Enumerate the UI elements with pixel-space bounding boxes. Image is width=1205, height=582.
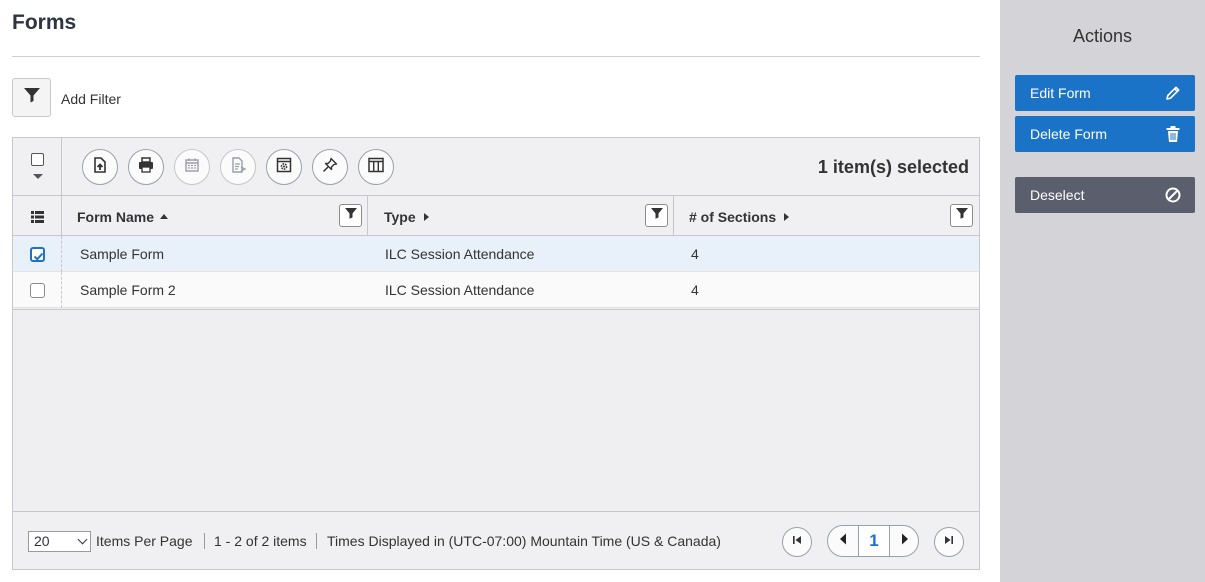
footer-separator — [316, 533, 317, 549]
select-all-dropdown[interactable] — [13, 138, 62, 196]
report-icon — [229, 156, 247, 179]
checkmark-icon — [33, 249, 44, 267]
trash-icon — [1163, 124, 1183, 144]
report-button[interactable] — [220, 149, 256, 185]
first-page-icon — [791, 533, 803, 551]
deselect-button[interactable]: Deselect — [1015, 177, 1195, 213]
pin-button[interactable] — [312, 149, 348, 185]
column-label-type[interactable]: Type — [384, 209, 416, 225]
sort-indicator-icon — [784, 213, 790, 222]
export-icon — [91, 156, 109, 179]
sort-indicator-icon — [423, 213, 429, 222]
chevron-down-icon — [77, 534, 88, 545]
delete-form-button[interactable]: Delete Form — [1015, 116, 1195, 152]
edit-form-button[interactable]: Edit Form — [1015, 75, 1195, 111]
chevron-down-icon[interactable] — [33, 174, 43, 179]
funnel-icon — [344, 206, 358, 225]
column-label-form-name[interactable]: Form Name — [77, 209, 154, 225]
deselect-label: Deselect — [1030, 187, 1085, 203]
add-filter-button[interactable] — [12, 78, 51, 117]
column-filter-button[interactable] — [339, 204, 362, 227]
forms-grid: 1 item(s) selected Form Name Type # of S… — [12, 137, 980, 570]
window-settings-button[interactable] — [266, 149, 302, 185]
next-page-button[interactable] — [890, 526, 918, 556]
select-all-checkbox[interactable] — [31, 153, 44, 166]
table-row[interactable]: Sample Form ILC Session Attendance 4 — [13, 236, 979, 272]
cell-sections: 4 — [691, 282, 699, 298]
print-icon — [137, 156, 155, 179]
columns-icon — [367, 156, 385, 179]
row-checkbox[interactable] — [30, 247, 45, 262]
cell-form-name: Sample Form — [80, 246, 165, 262]
funnel-icon — [955, 206, 969, 225]
selected-count: 1 item(s) selected — [817, 157, 969, 177]
chevron-right-icon — [899, 532, 911, 551]
column-filter-button[interactable] — [950, 204, 973, 227]
cell-type: ILC Session Attendance — [385, 246, 535, 262]
footer-separator — [204, 533, 205, 549]
row-checkbox[interactable] — [30, 283, 45, 298]
column-header-type[interactable]: Type — [368, 196, 674, 236]
item-range-text: 1 - 2 of 2 items — [214, 533, 307, 549]
schedule-button[interactable] — [174, 149, 210, 185]
columns-button[interactable] — [358, 149, 394, 185]
column-header-form-name[interactable]: Form Name — [62, 196, 368, 236]
sort-ascending-icon — [160, 213, 169, 219]
grid-toolbar: 1 item(s) selected — [13, 138, 979, 196]
first-page-button[interactable] — [782, 527, 812, 557]
print-button[interactable] — [128, 149, 164, 185]
last-page-button[interactable] — [934, 527, 964, 557]
export-button[interactable] — [82, 149, 118, 185]
cell-type: ILC Session Attendance — [385, 282, 535, 298]
cell-form-name: Sample Form 2 — [80, 282, 176, 298]
sidebar-title: Actions — [1072, 26, 1133, 46]
funnel-icon — [650, 206, 664, 225]
main-panel: Forms Add Filter 1 item(s) selected Form… — [0, 0, 1000, 582]
delete-form-label: Delete Form — [1030, 126, 1108, 142]
grid-footer: 20 Items Per Page 1 - 2 of 2 items Times… — [13, 511, 979, 569]
previous-page-button[interactable] — [828, 526, 858, 556]
list-icon[interactable] — [31, 210, 44, 228]
pin-icon — [321, 156, 339, 179]
timezone-text: Times Displayed in (UTC-07:00) Mountain … — [327, 533, 721, 549]
rows-end-divider — [13, 309, 979, 310]
edit-form-label: Edit Form — [1030, 85, 1091, 101]
row-options-header[interactable] — [13, 196, 62, 236]
cell-sections: 4 — [691, 246, 699, 262]
column-filter-button[interactable] — [645, 204, 668, 227]
current-page[interactable]: 1 — [858, 526, 890, 556]
last-page-icon — [943, 533, 955, 551]
page-size-value: 20 — [34, 533, 50, 549]
page-size-select[interactable]: 20 — [28, 531, 91, 552]
chevron-left-icon — [837, 532, 849, 551]
settings-window-icon — [275, 156, 293, 179]
cancel-icon — [1163, 185, 1183, 205]
actions-sidebar: Actions Edit Form Delete Form Deselect — [1000, 0, 1205, 582]
pencil-icon — [1163, 83, 1183, 103]
pager: 1 — [827, 525, 919, 557]
column-header-sections[interactable]: # of Sections — [674, 196, 979, 236]
table-row[interactable]: Sample Form 2 ILC Session Attendance 4 — [13, 272, 979, 308]
title-divider — [12, 56, 980, 57]
calendar-icon — [183, 156, 201, 179]
page-title: Forms — [12, 11, 77, 34]
column-label-sections[interactable]: # of Sections — [689, 209, 776, 225]
add-filter-label[interactable]: Add Filter — [61, 91, 121, 107]
items-per-page-label: Items Per Page — [96, 533, 193, 549]
grid-header: Form Name Type # of Sections — [13, 196, 979, 236]
funnel-icon — [22, 85, 42, 110]
